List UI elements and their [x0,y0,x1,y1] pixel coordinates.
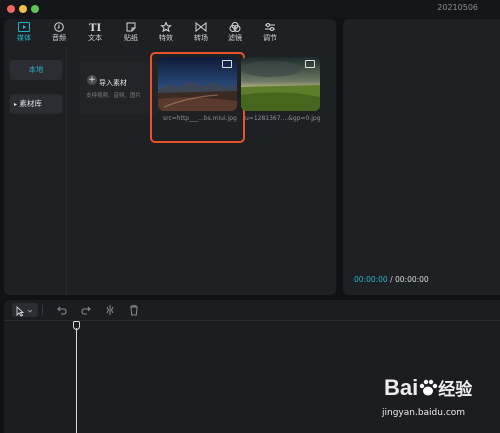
current-time: 00:00:00 [354,275,388,284]
filter-icon [229,22,241,32]
media-thumbnail-2[interactable] [241,57,320,111]
sticker-icon [126,22,136,32]
player-timecode: 00:00:00 / 00:00:00 [354,275,429,284]
minimize-window-button[interactable] [19,5,27,13]
effects-icon [160,22,172,32]
sidebar-item-library[interactable]: ▸ 素材库 [10,94,62,114]
tab-audio[interactable]: 音频 [44,22,74,46]
media-icon [18,22,30,32]
split-icon[interactable] [104,303,116,317]
adjust-icon [265,23,275,31]
media-panel: 媒体 音频 TI 文本 贴纸 特效 转场 滤镜 调节 本地 ▸ 素材库 + 导入… [4,19,336,295]
media-filename-2: u=1281367....&gp=0.jpg [245,115,321,122]
select-tool-dropdown[interactable] [12,303,38,317]
tab-media[interactable]: 媒体 [9,22,39,46]
paw-icon [420,379,438,396]
timeline-toolbar [4,300,500,321]
tab-label: 音频 [52,34,66,42]
toolbar-divider [42,305,43,315]
tab-label: 调节 [263,34,277,42]
tab-filter[interactable]: 滤镜 [220,22,250,46]
version-label: 20210506 [437,3,478,12]
time-separator: / [390,275,393,284]
media-toolbar: 媒体 音频 TI 文本 贴纸 特效 转场 滤镜 调节 [4,19,336,47]
watermark-url: jingyan.baidu.com [382,408,466,418]
caret-right-icon: ▸ [14,101,18,108]
image-type-icon [305,60,315,68]
baidu-watermark-logo: Bai 经验 [384,375,472,401]
tab-label: 转场 [194,34,208,42]
tab-transition[interactable]: 转场 [186,22,216,46]
title-bar: 20210506 [0,0,500,18]
total-time: 00:00:00 [395,275,429,284]
tab-adjust[interactable]: 调节 [255,22,285,46]
delete-icon[interactable] [128,303,140,317]
undo-icon[interactable] [56,303,68,317]
tab-text[interactable]: TI 文本 [80,22,110,46]
audio-icon [54,22,64,32]
sidebar-item-local[interactable]: 本地 [10,60,62,80]
transition-icon [195,22,207,32]
selection-highlight [150,52,245,143]
plus-icon: + [87,75,97,85]
tab-label: 特效 [159,34,173,42]
tab-effects[interactable]: 特效 [151,22,181,46]
text-icon: TI [89,23,101,32]
player-panel: 00:00:00 / 00:00:00 [343,19,500,295]
tab-sticker[interactable]: 贴纸 [116,22,146,46]
sidebar-item-label: 素材库 [19,99,42,108]
tab-label: 贴纸 [124,34,138,42]
cursor-icon [16,305,33,317]
close-window-button[interactable] [7,5,15,13]
tab-label: 媒体 [17,34,31,42]
playhead-line [76,328,77,433]
media-filename-1: src=http___...bs.miui.jpg [163,115,237,122]
media-sidebar: 本地 ▸ 素材库 [4,47,67,295]
svg-text:TI: TI [89,23,101,32]
watermark-suffix: 经验 [438,380,473,399]
tab-label: 滤镜 [228,34,242,42]
import-subtitle: 支持视频、音频、图片 [86,93,142,99]
watermark-brand: Bai [384,375,419,400]
tab-label: 文本 [88,34,102,42]
import-title: 导入素材 [99,79,127,87]
redo-icon[interactable] [80,303,92,317]
zoom-window-button[interactable] [31,5,39,13]
import-media-button[interactable]: + 导入素材 支持视频、音频、图片 [80,61,158,115]
